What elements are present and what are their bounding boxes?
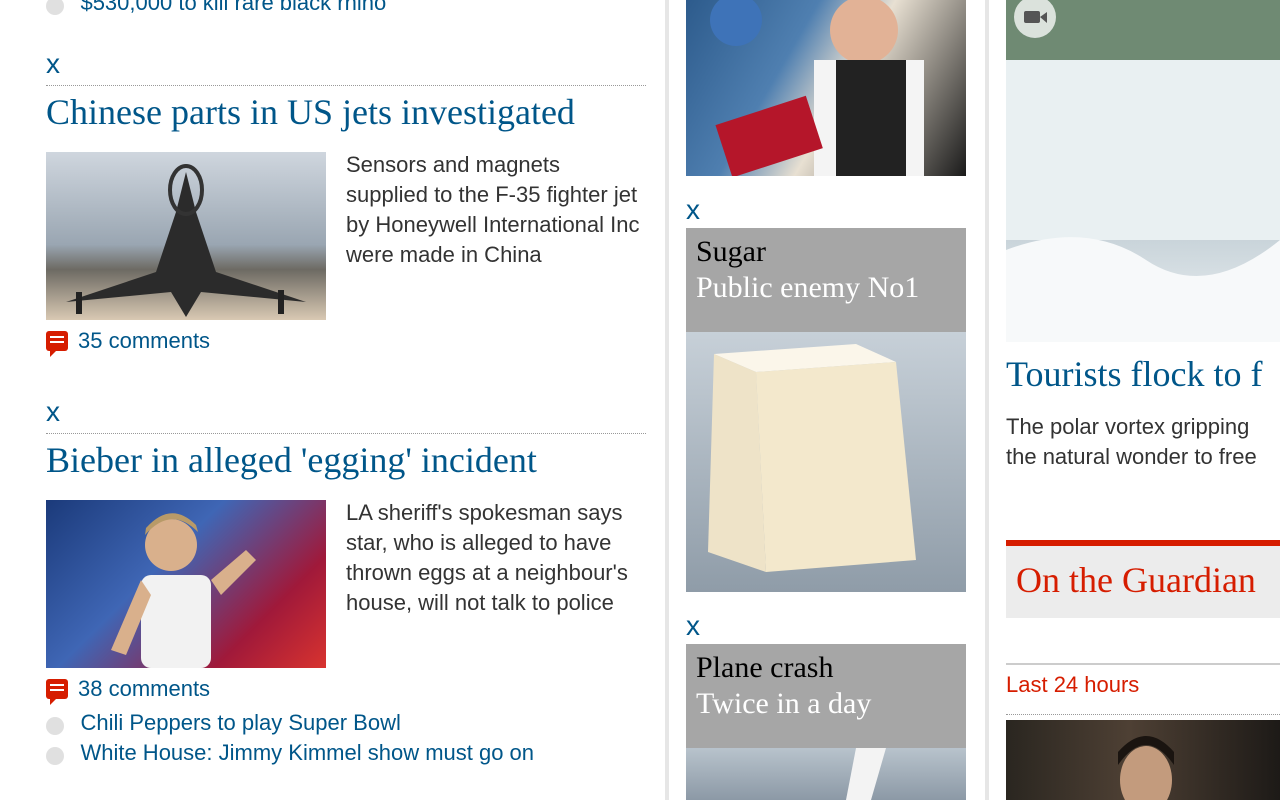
comments-link[interactable]: 38 comments <box>46 676 210 705</box>
divider <box>46 85 646 86</box>
story-headline[interactable]: Bieber in alleged 'egging' incident <box>46 440 537 480</box>
promo-subtitle: Public enemy No1 <box>696 271 920 304</box>
promo-title: Plane crash <box>696 651 834 684</box>
related-link[interactable]: Chili Peppers to play Super Bowl <box>80 710 400 735</box>
story-summary-line: the natural wonder to free <box>1006 444 1257 469</box>
portrait-illustration <box>1118 736 1174 805</box>
divider <box>46 433 646 434</box>
related-link-item[interactable]: Chili Peppers to play Super Bowl <box>46 708 401 738</box>
on-the-guardian-section: On the Guardian <box>1006 540 1280 618</box>
column-divider <box>665 0 669 800</box>
related-link[interactable]: White House: Jimmy Kimmel show must go o… <box>80 740 534 765</box>
performer-illustration <box>111 513 256 668</box>
sugar-cube-illustration <box>708 344 916 572</box>
theatre-illustration <box>710 0 924 178</box>
comments-count[interactable]: 38 comments <box>78 676 210 702</box>
jet-illustration <box>66 164 306 317</box>
comments-link[interactable]: 35 comments <box>46 328 210 357</box>
column-divider <box>985 0 989 800</box>
theatre-image[interactable] <box>686 0 966 178</box>
tv-image[interactable] <box>1006 720 1280 805</box>
section-title: On the Guardian <box>1016 560 1256 600</box>
promo-box[interactable]: Sugar Public enemy No1 <box>686 228 966 332</box>
sugar-image[interactable] <box>686 332 966 592</box>
bullet-icon <box>46 746 64 765</box>
related-link-item[interactable]: White House: Jimmy Kimmel show must go o… <box>46 738 534 768</box>
promo-subtitle: Twice in a day <box>696 687 872 720</box>
comment-icon <box>46 679 68 705</box>
close-button[interactable]: x <box>46 50 60 78</box>
bullet-icon <box>46 0 64 15</box>
close-button[interactable]: x <box>686 612 700 640</box>
story-summary-line: The polar vortex gripping <box>1006 414 1250 439</box>
comments-count[interactable]: 35 comments <box>78 328 210 354</box>
promo-box[interactable]: Plane crash Twice in a day <box>686 644 966 748</box>
top-partial-link-item[interactable]: $530,000 to kill rare black rhino <box>46 0 386 18</box>
close-button[interactable]: x <box>46 398 60 426</box>
plane-illustration <box>846 748 886 800</box>
waterfall-illustration <box>1006 0 1280 342</box>
bullet-icon <box>46 716 64 735</box>
tab-last-24-hours[interactable]: Last 24 hours <box>1006 672 1139 698</box>
bieber-image[interactable] <box>46 500 326 668</box>
plane-crash-image[interactable] <box>686 748 966 800</box>
divider <box>1006 714 1280 715</box>
story-summary: LA sheriff's spokesman says star, who is… <box>346 500 628 615</box>
promo-title: Sugar <box>696 235 766 268</box>
niagara-video-image[interactable] <box>1006 0 1280 342</box>
story-headline[interactable]: Tourists flock to f <box>1006 354 1262 394</box>
video-camera-icon <box>1014 0 1056 38</box>
jet-image[interactable] <box>46 152 326 320</box>
divider <box>1006 663 1280 665</box>
top-partial-link[interactable]: $530,000 to kill rare black rhino <box>80 0 386 15</box>
close-button[interactable]: x <box>686 196 700 224</box>
comment-icon <box>46 331 68 357</box>
story-summary: Sensors and magnets supplied to the F-35… <box>346 152 640 267</box>
story-headline[interactable]: Chinese parts in US jets investigated <box>46 92 575 132</box>
